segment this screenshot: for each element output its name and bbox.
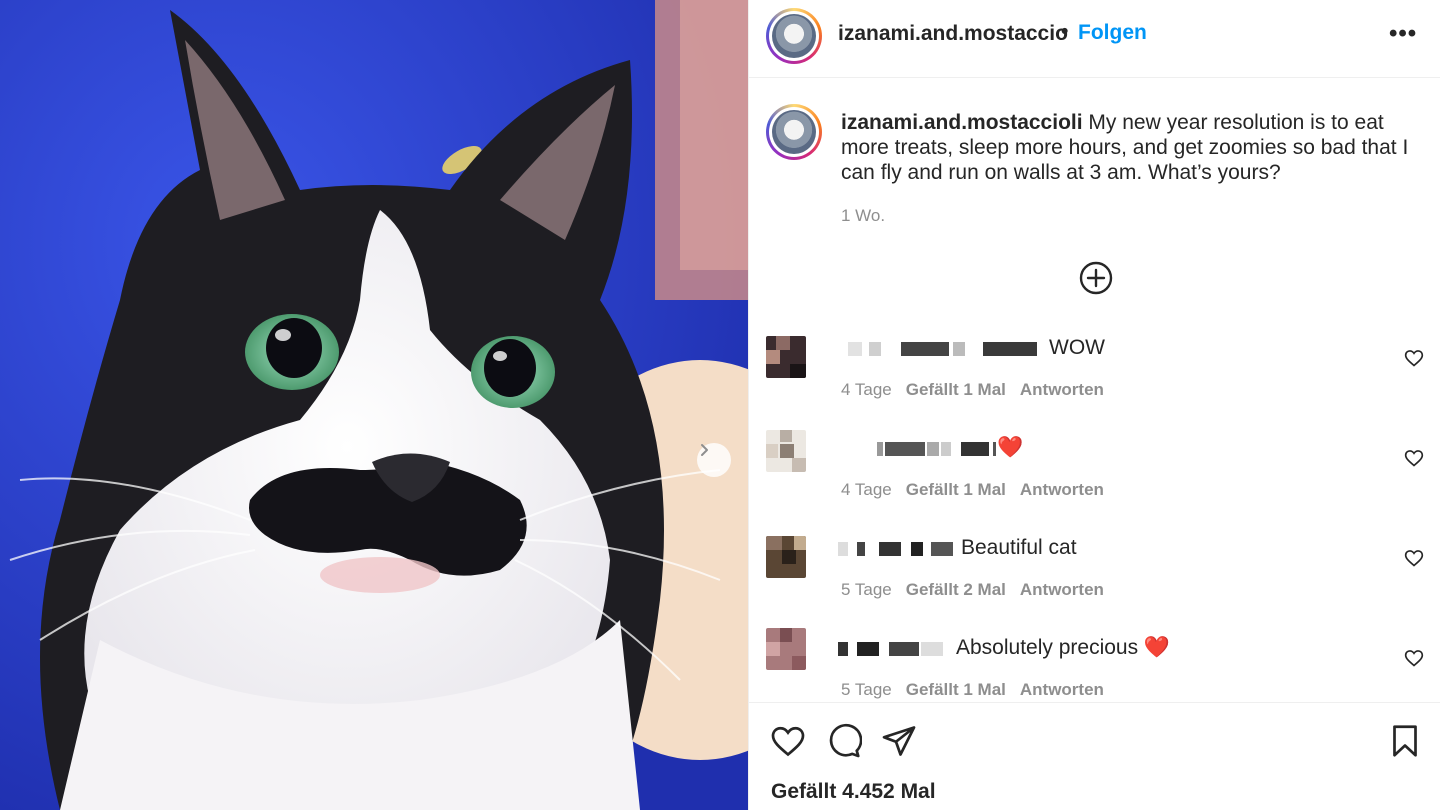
- caption-timestamp[interactable]: 1 Wo.: [841, 206, 885, 226]
- post-image[interactable]: [0, 0, 748, 810]
- like-heart-icon[interactable]: [770, 723, 806, 759]
- comment-item: WOW 4 Tage Gefällt 1 Mal Antworten: [749, 336, 1440, 436]
- more-options-icon[interactable]: •••: [1389, 20, 1417, 48]
- reply-button[interactable]: Antworten: [1020, 380, 1104, 399]
- comments-list[interactable]: WOW 4 Tage Gefällt 1 Mal Antworten ❤️ 4 …: [749, 320, 1440, 702]
- follow-button[interactable]: Folgen: [1078, 21, 1147, 45]
- share-paper-plane-icon[interactable]: [881, 723, 917, 759]
- reply-button[interactable]: Antworten: [1020, 680, 1104, 699]
- caption: izanami.and.mostaccioli My new year reso…: [841, 110, 1421, 185]
- header-username[interactable]: izanami.and.mostaccio: [838, 22, 1068, 46]
- comment-bubble-icon[interactable]: [826, 723, 862, 759]
- comment-item: Absolutely precious ❤️ 5 Tage Gefällt 1 M…: [749, 628, 1440, 702]
- post-panel: izanami.and.mostaccio • Folgen ••• izana…: [748, 0, 1440, 810]
- comment-text: ❤️: [997, 436, 1024, 459]
- comment-time[interactable]: 4 Tage: [841, 380, 892, 399]
- heart-icon[interactable]: [1404, 548, 1424, 568]
- reply-button[interactable]: Antworten: [1020, 580, 1104, 599]
- heart-icon[interactable]: [1404, 648, 1424, 668]
- comment-likes[interactable]: Gefällt 1 Mal: [906, 680, 1006, 699]
- comment-meta: 4 Tage Gefällt 1 Mal Antworten: [841, 380, 1118, 400]
- comment-meta: 5 Tage Gefällt 2 Mal Antworten: [841, 580, 1118, 600]
- caption-username[interactable]: izanami.and.mostaccioli: [841, 111, 1083, 134]
- comment-meta: 5 Tage Gefällt 1 Mal Antworten: [841, 680, 1118, 700]
- cat-photo: [0, 0, 748, 810]
- next-image-button[interactable]: [697, 443, 731, 477]
- post-header: izanami.and.mostaccio • Folgen •••: [749, 0, 1440, 78]
- comment-likes[interactable]: Gefällt 2 Mal: [906, 580, 1006, 599]
- commenter-avatar[interactable]: [766, 628, 806, 670]
- caption-avatar[interactable]: [766, 104, 822, 160]
- comment-item: ❤️ 4 Tage Gefällt 1 Mal Antworten: [749, 430, 1440, 536]
- plus-circle-icon: [1079, 261, 1113, 295]
- comment-likes[interactable]: Gefällt 1 Mal: [906, 480, 1006, 499]
- comment-time[interactable]: 4 Tage: [841, 480, 892, 499]
- reply-button[interactable]: Antworten: [1020, 480, 1104, 499]
- heart-icon[interactable]: [1404, 348, 1424, 368]
- commenter-avatar[interactable]: [766, 430, 806, 472]
- comment-meta: 4 Tage Gefällt 1 Mal Antworten: [841, 480, 1118, 500]
- header-separator: •: [1061, 20, 1069, 43]
- profile-avatar[interactable]: [766, 8, 822, 64]
- load-more-comments-button[interactable]: [1079, 261, 1113, 295]
- commenter-avatar[interactable]: [766, 336, 806, 378]
- post-actions: Gefällt 4.452 Mal: [749, 702, 1440, 810]
- likes-count[interactable]: Gefällt 4.452 Mal: [771, 780, 936, 804]
- comment-text: Beautiful cat: [961, 536, 1077, 559]
- comment-time[interactable]: 5 Tage: [841, 680, 892, 699]
- heart-icon[interactable]: [1404, 448, 1424, 468]
- comment-text: WOW: [1049, 336, 1105, 359]
- chevron-right-icon: [701, 444, 708, 456]
- comment-text: Absolutely precious ❤️: [956, 636, 1171, 659]
- commenter-avatar[interactable]: [766, 536, 806, 578]
- bookmark-icon[interactable]: [1387, 723, 1423, 759]
- comment-item: Beautiful cat 5 Tage Gefällt 2 Mal Antwort…: [749, 536, 1440, 636]
- comment-likes[interactable]: Gefällt 1 Mal: [906, 380, 1006, 399]
- comment-time[interactable]: 5 Tage: [841, 580, 892, 599]
